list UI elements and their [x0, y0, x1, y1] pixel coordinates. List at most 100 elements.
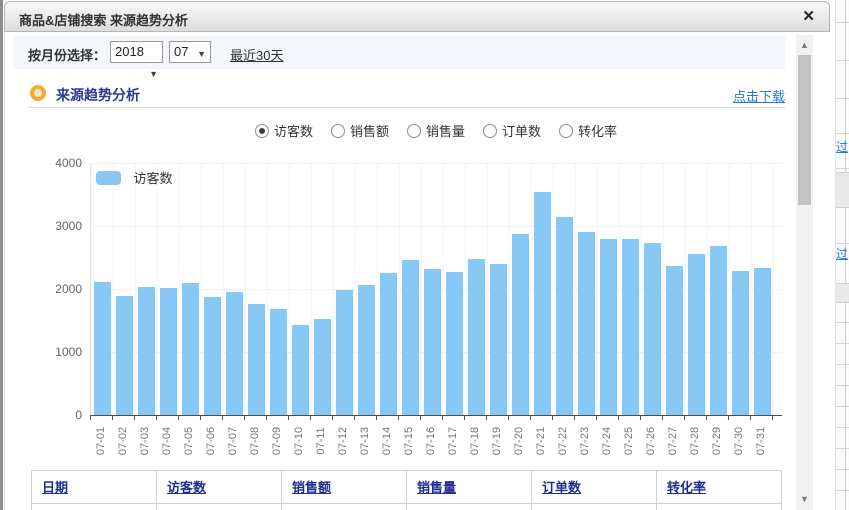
- download-link[interactable]: 点击下载: [733, 86, 785, 105]
- metric-radio-1[interactable]: 销售额: [331, 121, 389, 141]
- x-tick-label: 07-29: [711, 418, 723, 464]
- bar-07-26: [644, 243, 661, 415]
- radio-icon: [483, 124, 497, 138]
- bar-07-27: [666, 266, 683, 415]
- bar-07-06: [204, 297, 221, 415]
- column-header-0: 日期: [32, 471, 157, 504]
- tick-mark: [574, 416, 575, 420]
- metric-radio-label: 订单数: [502, 124, 541, 139]
- detail-table-header-row: 日期 访客数 销售额 销售量 订单数 转化率: [32, 471, 782, 504]
- tick-mark: [112, 416, 113, 420]
- scrollbar-thumb[interactable]: [798, 55, 811, 205]
- background-link: 过: [836, 138, 848, 155]
- gridline: [201, 163, 202, 415]
- tick-mark: [684, 416, 685, 420]
- column-header-link[interactable]: 转化率: [667, 480, 706, 495]
- bar-07-04: [160, 288, 177, 415]
- column-header-link[interactable]: 访客数: [167, 480, 206, 495]
- x-tick-label: 07-25: [623, 418, 635, 464]
- metric-radio-2[interactable]: 销售量: [407, 121, 465, 141]
- modal-title: 商品&店铺搜索 来源趋势分析: [19, 10, 188, 29]
- tick-mark: [486, 416, 487, 420]
- scrollbar[interactable]: ▲ ▼: [796, 35, 813, 510]
- gridline: [289, 163, 290, 415]
- tick-mark: [508, 416, 509, 420]
- column-header-5: 转化率: [657, 471, 782, 504]
- bar-07-21: [534, 192, 551, 415]
- gridline: [333, 163, 334, 415]
- table-row: [32, 504, 782, 510]
- filter-row: 按月份选择： 2018 ▼ 07 ▼ 最近30天: [13, 36, 785, 69]
- tick-mark: [728, 416, 729, 420]
- gridline: [443, 163, 444, 415]
- column-header-4: 订单数: [532, 471, 657, 504]
- gridline: [509, 163, 510, 415]
- bar-07-22: [556, 217, 573, 415]
- gridline: [751, 163, 752, 415]
- x-tick-label: 07-14: [381, 418, 393, 464]
- tick-mark: [596, 416, 597, 420]
- close-icon[interactable]: ✕: [802, 8, 815, 26]
- gridline: [157, 163, 158, 415]
- tick-mark: [178, 416, 179, 420]
- tick-mark: [420, 416, 421, 420]
- scroll-down-icon[interactable]: ▼: [796, 491, 813, 508]
- scroll-up-icon[interactable]: ▲: [796, 37, 813, 54]
- x-tick-label: 07-16: [425, 418, 437, 464]
- bar-07-28: [688, 254, 705, 415]
- column-header-link[interactable]: 销售量: [417, 480, 456, 495]
- x-axis-labels: 07-0107-0207-0307-0407-0507-0607-0707-08…: [90, 421, 782, 467]
- recent-30-days-link[interactable]: 最近30天: [230, 45, 283, 64]
- metric-radio-3[interactable]: 订单数: [483, 121, 541, 141]
- column-header-link[interactable]: 订单数: [542, 480, 581, 495]
- x-tick-label: 07-17: [447, 418, 459, 464]
- tick-mark: [90, 416, 91, 420]
- gridline: [465, 163, 466, 415]
- tick-mark: [662, 416, 663, 420]
- bar-07-08: [248, 304, 265, 415]
- metric-radio-label: 销售额: [350, 124, 389, 139]
- gridline: [531, 163, 532, 415]
- tick-mark: [156, 416, 157, 420]
- gridline: [377, 163, 378, 415]
- x-tick-label: 07-05: [183, 418, 195, 464]
- x-tick-label: 07-08: [249, 418, 261, 464]
- x-tick-label: 07-21: [535, 418, 547, 464]
- bar-07-03: [138, 287, 155, 415]
- bar-07-16: [424, 269, 441, 415]
- x-tick-label: 07-22: [557, 418, 569, 464]
- screen: 过 过 商品&店铺搜索 来源趋势分析 ✕ 按月份选择： 2018 ▼ 07 ▼ …: [0, 0, 849, 510]
- gridline: [421, 163, 422, 415]
- x-tick-label: 07-13: [359, 418, 371, 464]
- year-select[interactable]: 2018 ▼: [110, 41, 163, 63]
- tick-mark: [398, 416, 399, 420]
- column-header-link[interactable]: 日期: [42, 480, 68, 495]
- x-tick-label: 07-20: [513, 418, 525, 464]
- metric-radio-0[interactable]: 访客数: [255, 121, 313, 141]
- year-select-value: 2018: [115, 44, 144, 59]
- bar-07-17: [446, 272, 463, 415]
- bar-07-07: [226, 292, 243, 415]
- x-tick-label: 07-15: [403, 418, 415, 464]
- metric-radio-4[interactable]: 转化率: [559, 121, 617, 141]
- bar-07-11: [314, 319, 331, 415]
- column-header-link[interactable]: 销售额: [292, 480, 331, 495]
- x-tick-label: 07-10: [293, 418, 305, 464]
- month-select[interactable]: 07 ▼: [169, 41, 211, 63]
- bar-07-24: [600, 239, 617, 415]
- gridline: [619, 163, 620, 415]
- tick-mark: [266, 416, 267, 420]
- metric-radio-label: 转化率: [578, 124, 617, 139]
- bar-07-29: [710, 246, 727, 415]
- x-tick-label: 07-01: [95, 418, 107, 464]
- tick-mark: [442, 416, 443, 420]
- tick-mark: [464, 416, 465, 420]
- bar-07-05: [182, 283, 199, 415]
- x-tick-label: 07-24: [601, 418, 613, 464]
- modal-titlebar: 商品&店铺搜索 来源趋势分析 ✕: [4, 1, 830, 32]
- y-tick-label: 1000: [30, 346, 82, 359]
- gridline: [663, 163, 664, 415]
- bar-07-25: [622, 239, 639, 415]
- chevron-down-icon: ▼: [149, 64, 158, 84]
- radio-icon: [559, 124, 573, 138]
